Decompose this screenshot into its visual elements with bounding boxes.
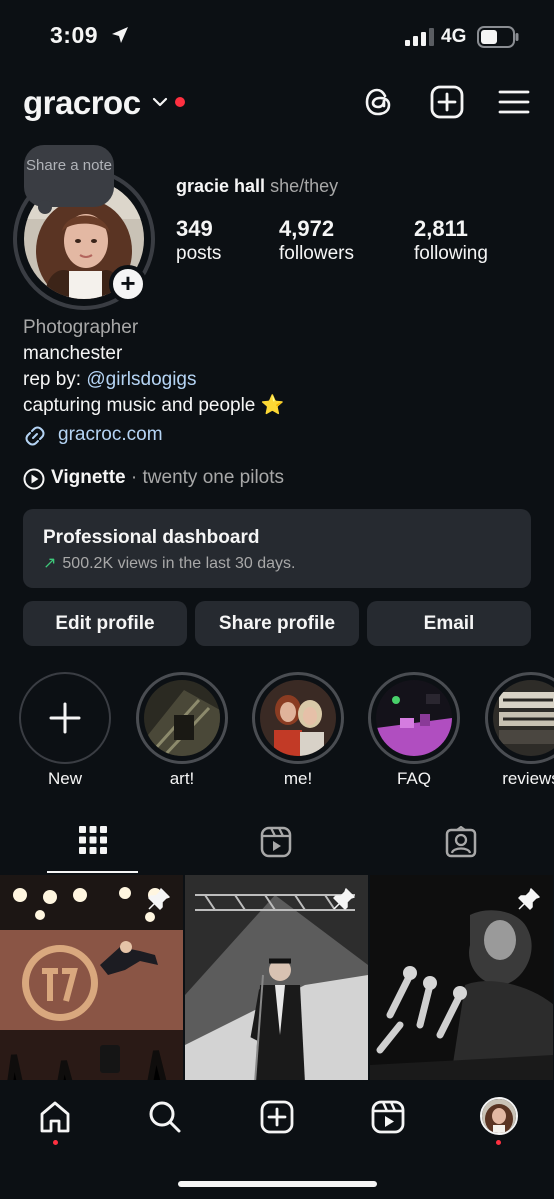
profile-avatar-nav[interactable] bbox=[480, 1097, 518, 1135]
stat-followers[interactable]: 4,972 followers bbox=[279, 215, 354, 266]
home-activity-dot bbox=[53, 1140, 58, 1145]
edit-profile-button[interactable]: Edit profile bbox=[23, 601, 187, 646]
tagged-icon[interactable] bbox=[445, 826, 477, 858]
highlight-new-ring bbox=[19, 672, 111, 764]
location-arrow-icon bbox=[112, 27, 128, 43]
grid-icon[interactable] bbox=[78, 825, 108, 855]
profile-website-link[interactable]: gracroc.com bbox=[23, 424, 163, 454]
highlight-art-cover bbox=[144, 680, 220, 756]
share-note-bubble[interactable]: Share a note bbox=[24, 145, 114, 207]
highlight-label: New bbox=[47, 769, 82, 788]
highlight-ring bbox=[252, 672, 344, 764]
menu-icon[interactable] bbox=[497, 84, 531, 120]
home-icon[interactable] bbox=[38, 1100, 72, 1134]
profile-music[interactable]: Vignette · twenty one pilots bbox=[23, 467, 285, 490]
full-name-text: gracie hall bbox=[176, 176, 266, 196]
highlight-ring bbox=[136, 672, 228, 764]
pinned-icon bbox=[148, 888, 170, 910]
post-tile[interactable] bbox=[370, 875, 553, 1083]
stat-following-value: 2,811 bbox=[414, 216, 468, 241]
battery-icon bbox=[477, 26, 519, 48]
highlight-me[interactable]: me! bbox=[252, 672, 344, 789]
chevron-down-icon[interactable] bbox=[152, 96, 168, 108]
highlight-ring bbox=[368, 672, 460, 764]
reels-icon[interactable] bbox=[260, 826, 292, 858]
dashboard-title: Professional dashboard bbox=[43, 527, 260, 548]
notification-dot bbox=[175, 97, 185, 107]
create-post-icon[interactable] bbox=[429, 84, 465, 120]
bio-rep-label: rep by: bbox=[23, 369, 87, 390]
highlight-label: reviews bbox=[502, 769, 554, 788]
highlight-me-cover bbox=[260, 680, 336, 756]
pronouns: she/they bbox=[270, 176, 339, 196]
professional-dashboard[interactable]: Professional dashboard ↗ 500.2K views in … bbox=[23, 509, 531, 588]
music-song: Vignette bbox=[51, 467, 126, 488]
link-icon bbox=[25, 426, 45, 446]
play-circle-icon bbox=[23, 468, 45, 490]
highlight-faq-cover bbox=[376, 680, 452, 756]
highlight-label: FAQ bbox=[396, 769, 431, 788]
music-separator: · bbox=[125, 467, 143, 488]
stat-posts-label: posts bbox=[176, 243, 222, 264]
stat-posts-value: 349 bbox=[176, 216, 213, 241]
highlight-ring bbox=[485, 672, 554, 764]
home-indicator bbox=[178, 1181, 377, 1187]
bio-mention-link[interactable]: @girlsdogigs bbox=[86, 369, 196, 390]
highlight-faq[interactable]: FAQ bbox=[368, 672, 460, 789]
stat-following-label: following bbox=[414, 243, 488, 264]
bio-line-description: capturing music and people ⭐ bbox=[23, 395, 285, 416]
highlight-reviews-cover bbox=[493, 680, 554, 756]
stat-followers-value: 4,972 bbox=[279, 216, 335, 241]
profile-category: Photographer bbox=[23, 317, 139, 338]
bio-line-location: manchester bbox=[23, 343, 123, 364]
email-button[interactable]: Email bbox=[367, 601, 531, 646]
stat-posts[interactable]: 349 posts bbox=[176, 215, 221, 266]
status-time: 3:09 bbox=[50, 22, 99, 48]
create-icon[interactable] bbox=[260, 1100, 294, 1134]
stat-following[interactable]: 2,811 following bbox=[414, 215, 488, 266]
highlight-label: me! bbox=[283, 769, 313, 788]
post-tile[interactable] bbox=[0, 875, 183, 1083]
plus-icon bbox=[49, 702, 81, 734]
trend-up-icon: ↗ bbox=[43, 555, 57, 572]
bio-line-rep: rep by: @girlsdogigs bbox=[23, 367, 197, 393]
share-profile-button[interactable]: Share profile bbox=[195, 601, 359, 646]
dashboard-views: 500.2K views in the last 30 days. bbox=[62, 555, 296, 572]
profile-full-name: gracie hall she/they bbox=[176, 176, 338, 197]
dashboard-subtitle: ↗ 500.2K views in the last 30 days. bbox=[43, 553, 295, 573]
pinned-icon bbox=[333, 888, 355, 910]
active-tab-indicator bbox=[47, 871, 138, 873]
cellular-signal-icon bbox=[405, 28, 434, 46]
add-story-button[interactable]: + bbox=[109, 265, 147, 303]
network-type: 4G bbox=[441, 26, 467, 47]
status-bar: 3:09 4G bbox=[0, 0, 554, 70]
profile-activity-dot bbox=[496, 1140, 501, 1145]
stat-followers-label: followers bbox=[279, 243, 354, 264]
post-tile[interactable] bbox=[185, 875, 368, 1083]
highlight-new[interactable]: New bbox=[19, 672, 111, 789]
highlight-label: art! bbox=[169, 769, 195, 788]
website-url: gracroc.com bbox=[58, 424, 163, 445]
highlight-reviews[interactable]: reviews bbox=[485, 672, 554, 789]
note-bubble-tail bbox=[38, 200, 52, 214]
pinned-icon bbox=[518, 888, 540, 910]
reels-nav-icon[interactable] bbox=[371, 1100, 405, 1134]
search-icon[interactable] bbox=[148, 1100, 182, 1134]
music-artist: twenty one pilots bbox=[142, 467, 285, 488]
threads-icon[interactable] bbox=[360, 84, 396, 120]
highlight-art[interactable]: art! bbox=[136, 672, 228, 789]
profile-username[interactable]: gracroc bbox=[23, 84, 141, 122]
